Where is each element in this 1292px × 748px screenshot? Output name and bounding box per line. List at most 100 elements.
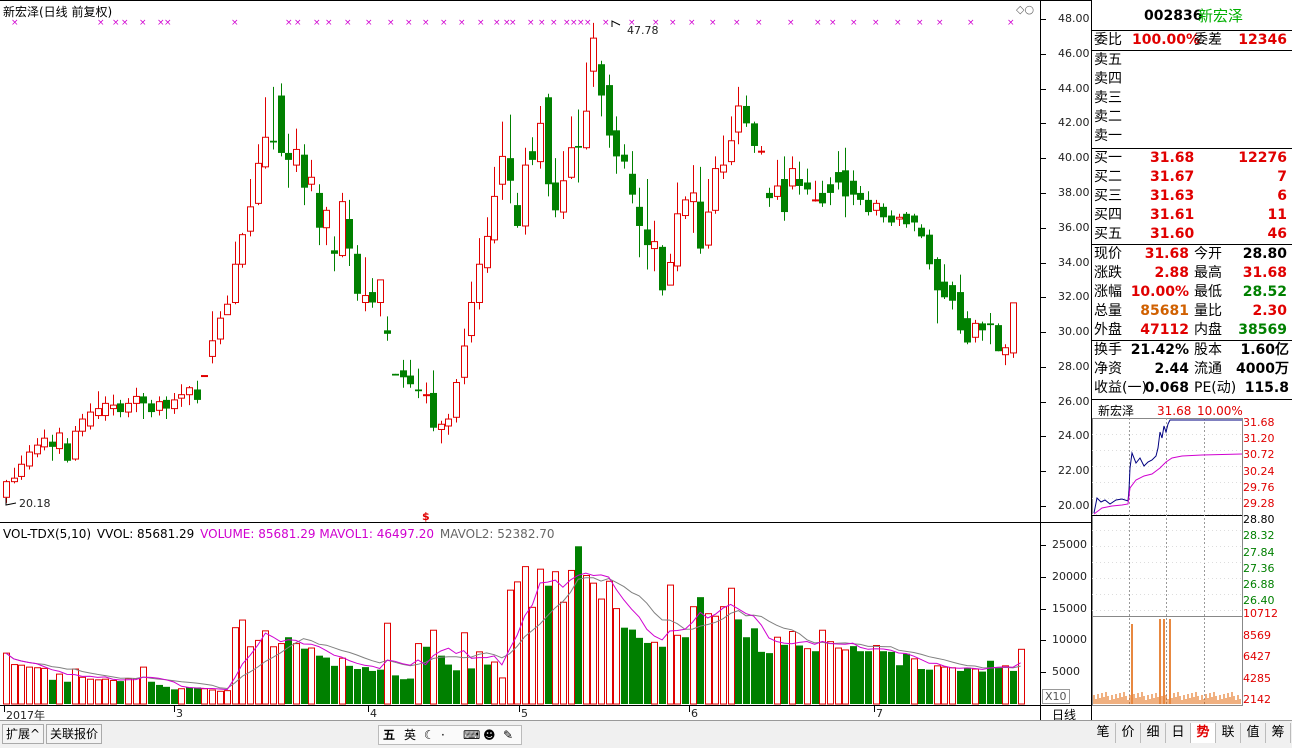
volume-bar [392,675,399,704]
ime-toolbar[interactable]: 五 英 ☾ · ⌨ ☻ ✎ [378,725,522,745]
candle-body [880,206,887,218]
event-cross-marker: × [1007,18,1015,28]
sell-row[interactable]: 卖三 [1092,89,1292,108]
volume-bar [835,647,842,705]
event-cross-marker: × [387,18,395,28]
candle-body [369,292,376,303]
tab-价[interactable]: 价 [1116,723,1141,743]
tab-筹[interactable]: 筹 [1266,723,1291,743]
candle-body [514,205,521,226]
event-cross-marker: × [313,18,321,28]
candle-body [979,323,986,331]
candle-body [911,215,918,223]
sell-row[interactable]: 卖四 [1092,70,1292,89]
stat-value: 31.68 [1242,265,1287,281]
moon-icon[interactable]: ☾ [424,726,435,744]
buy-row[interactable]: 买二 31.67 7 [1092,168,1292,187]
vol-mavol2: MAVOL2: 52382.70 [439,527,555,541]
volume-bar [674,634,681,705]
volume-bar [34,667,41,705]
buy-label: 买二 [1094,169,1122,185]
fund-value: 1.60亿 [1240,342,1289,358]
fund-label: 净资 [1094,361,1122,377]
dot-icon[interactable]: · [441,726,445,744]
high-pointer [611,20,621,27]
event-cross-marker: × [493,18,501,28]
volume-bar [758,651,765,704]
event-cross-marker: × [787,18,795,28]
tab-日[interactable]: 日 [1166,723,1191,743]
stat-label: 量比 [1194,303,1222,319]
volume-bar [316,655,323,704]
tab-势[interactable]: 势 [1191,723,1216,743]
event-cross-marker: × [458,18,466,28]
stat-value: 85681 [1140,303,1189,319]
candle-body [362,295,369,304]
ime-mode[interactable]: 五 [383,726,395,744]
volume-bar [545,585,552,704]
candle-body [133,395,140,404]
tab-值[interactable]: 值 [1241,723,1266,743]
user-icon[interactable]: ☻ [483,726,496,744]
keyboard-icon[interactable]: ⌨ [463,726,480,744]
fund-row: 换手 21.42% 股本 1.60亿 [1092,341,1292,360]
stat-value: 28.52 [1242,284,1287,300]
buy-row[interactable]: 买一 31.68 12276 [1092,149,1292,168]
candle-body [293,148,300,166]
event-cross-marker: × [164,18,172,28]
volume-bar [926,669,933,704]
volume-bar [880,651,887,704]
weicha-value: 12346 [1238,32,1287,48]
candle-body [209,340,216,357]
event-cross-marker: × [550,18,558,28]
volume-bar [598,598,605,705]
stat-row: 涨幅 10.00% 最低 28.52 [1092,283,1292,302]
ime-lang[interactable]: 英 [404,726,416,744]
candle-body [476,263,483,304]
stat-label: 总量 [1094,303,1122,319]
volume-bar [743,637,750,704]
volume-bar [682,637,689,704]
fund-label: 股本 [1194,342,1222,358]
mini-price-tick: 26.40 [1243,594,1275,608]
volume-bar [636,637,643,704]
volume-bar [255,639,262,705]
tab-related-quotes[interactable]: 关联报价 [46,724,103,744]
sell-row[interactable]: 卖一 [1092,127,1292,146]
buy-volume: 11 [1267,207,1287,223]
volume-bar [644,642,651,704]
price-tick: 40.00 [1058,151,1090,165]
mini-price-tick: 31.68 [1243,416,1275,429]
volume-bar [301,648,308,704]
wrench-icon[interactable]: ✎ [503,726,513,744]
volume-tick: 25000 [1052,538,1087,551]
volume-bar [79,676,86,705]
buy-row[interactable]: 买三 31.63 6 [1092,187,1292,206]
candle-body [659,246,666,291]
volume-bar [201,688,208,705]
sell-row[interactable]: 卖五 [1092,51,1292,70]
candle-body [354,253,361,294]
tab-联[interactable]: 联 [1216,723,1241,743]
tab-expand[interactable]: 扩展^ [2,724,45,744]
buy-row[interactable]: 买五 31.60 46 [1092,225,1292,244]
event-cross-marker: × [755,18,763,28]
candle-body [827,184,834,193]
event-cross-marker: × [294,18,302,28]
tab-细[interactable]: 细 [1141,723,1166,743]
event-marker[interactable]: $ [422,510,430,523]
sell-row[interactable]: 卖二 [1092,108,1292,127]
candle-body [705,211,712,246]
volume-bar [949,667,956,705]
chart-options-icon[interactable]: ◇○ [1016,3,1034,16]
candle-body [972,322,979,338]
volume-bar [827,641,834,705]
stat-row: 涨跌 2.88 最高 31.68 [1092,264,1292,283]
candle-body [377,279,384,304]
tab-笔[interactable]: 笔 [1091,723,1116,743]
price-tick: 32.00 [1058,290,1090,304]
kline-chart[interactable]: × × × × × × × × × × × × × × × × × × × × × ×× × × × × × × × × × × × × × × × × ×… [0,0,1092,720]
candle-body [323,209,330,229]
sell-label: 卖五 [1094,52,1122,68]
buy-row[interactable]: 买四 31.61 11 [1092,206,1292,225]
